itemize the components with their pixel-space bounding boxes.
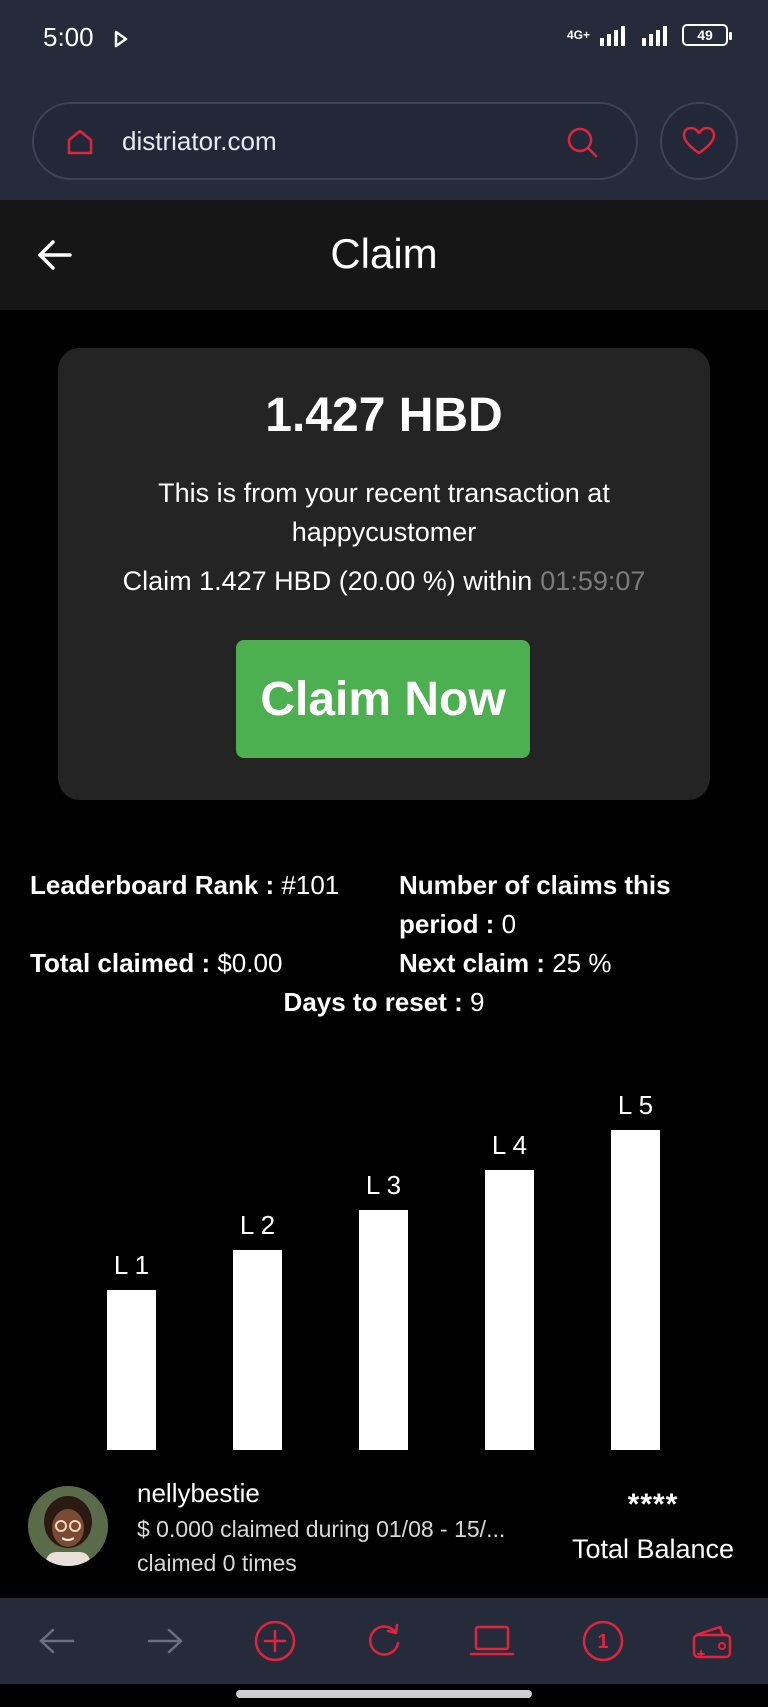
claims-label-line1: Number of claims this xyxy=(399,870,671,900)
chart-bar-4 xyxy=(485,1170,534,1450)
next-value: 25 % xyxy=(552,948,612,978)
reset-value: 9 xyxy=(469,987,485,1017)
nav-new-tab-button[interactable] xyxy=(252,1618,298,1664)
chart-bar-5 xyxy=(611,1130,660,1450)
next-label: Next claim : xyxy=(399,948,545,978)
nav-wallet-button[interactable] xyxy=(689,1618,735,1664)
total-label: Total claimed : xyxy=(30,948,211,978)
chart-bar-1 xyxy=(107,1290,156,1450)
heart-icon xyxy=(682,126,716,155)
nav-refresh-button[interactable] xyxy=(361,1618,407,1664)
total-claimed: Total claimed : $0.00 xyxy=(30,944,282,983)
chart-bar-label-2: L 2 xyxy=(240,1210,275,1240)
claim-deadline: Claim 1.427 HBD (20.00 %) within 01:59:07 xyxy=(58,566,710,597)
leaderboard-rank: Leaderboard Rank : #101 xyxy=(30,866,339,905)
url-text[interactable]: distriator.com xyxy=(122,126,277,157)
nav-tabs-button[interactable]: 1 xyxy=(580,1618,626,1664)
search-icon[interactable] xyxy=(564,124,600,160)
claims-value: 0 xyxy=(501,909,517,939)
nav-desktop-button[interactable] xyxy=(469,1618,515,1664)
claim-description: This is from your recent transaction at … xyxy=(158,478,610,547)
days-to-reset: Days to reset : 9 xyxy=(0,983,768,1022)
claim-deadline-text: Claim 1.427 HBD (20.00 %) within xyxy=(122,566,533,596)
rank-label: Leaderboard Rank : xyxy=(30,870,275,900)
avatar[interactable] xyxy=(28,1486,108,1566)
next-claim: Next claim : 25 % xyxy=(399,944,611,983)
chart-bar-3 xyxy=(359,1210,408,1450)
address-bar[interactable]: distriator.com xyxy=(32,102,638,180)
chart-bar-label-4: L 4 xyxy=(492,1130,527,1160)
home-indicator[interactable] xyxy=(236,1690,532,1698)
chart-bar-label-3: L 3 xyxy=(366,1170,401,1200)
play-icon xyxy=(114,30,128,48)
status-indicators: 4G+ 49 xyxy=(566,24,732,46)
claim-card: 1.427 HBD This is from your recent trans… xyxy=(58,348,710,800)
refresh-icon xyxy=(369,1623,400,1656)
battery-icon: 49 xyxy=(682,24,732,46)
laptop-icon xyxy=(469,1625,515,1656)
home-icon[interactable] xyxy=(64,126,96,158)
page-title: Claim xyxy=(330,230,438,277)
claim-now-button[interactable]: Claim Now xyxy=(236,640,530,758)
countdown-timer: 01:59:07 xyxy=(540,566,646,596)
network-type: 4G+ xyxy=(566,28,590,42)
app-header: Claim xyxy=(0,200,768,310)
status-time: 5:00 xyxy=(43,22,94,52)
tabs-icon: 1 xyxy=(582,1620,624,1662)
total-balance-label: Total Balance xyxy=(571,1534,735,1564)
claim-amount: 1.427 HBD xyxy=(265,389,503,442)
favorite-button[interactable] xyxy=(660,102,738,180)
chart-bar-label-1: L 1 xyxy=(114,1250,149,1280)
rank-value: #101 xyxy=(281,870,340,900)
total-balance-value[interactable]: **** xyxy=(560,1488,746,1522)
plus-icon xyxy=(254,1620,296,1662)
claims-count: Number of claims this period : 0 xyxy=(399,866,671,944)
chart-bar-2 xyxy=(233,1250,282,1450)
username: nellybestie xyxy=(137,1478,260,1508)
chart-bar-label-5: L 5 xyxy=(618,1090,653,1120)
status-bar: 5:00 4G+ 49 xyxy=(0,0,768,84)
level-chart: L 1 L 2 L 3 L 4 L 5 xyxy=(107,1090,660,1450)
nav-back-button[interactable] xyxy=(34,1618,80,1664)
arrow-left-icon xyxy=(39,1628,75,1654)
user-claim-count: claimed 0 times xyxy=(137,1550,297,1576)
browser-bottom-nav: 1 xyxy=(0,1598,768,1684)
user-claimed-summary: $ 0.000 claimed during 01/08 - 15/... xyxy=(137,1516,506,1542)
browser-bar: distriator.com xyxy=(0,84,768,200)
arrow-right-icon xyxy=(147,1628,183,1654)
reset-label: Days to reset : xyxy=(283,987,463,1017)
wallet-icon xyxy=(692,1625,732,1659)
nav-forward-button[interactable] xyxy=(142,1618,188,1664)
signal-icon xyxy=(600,26,625,46)
total-value: $0.00 xyxy=(217,948,283,978)
user-summary: nellybestie $ 0.000 claimed during 01/08… xyxy=(0,1470,768,1590)
avatar-image xyxy=(28,1486,108,1566)
tab-count: 1 xyxy=(597,1631,608,1653)
signal-icon-2 xyxy=(642,26,667,46)
claims-label-line2: period : xyxy=(399,909,495,939)
